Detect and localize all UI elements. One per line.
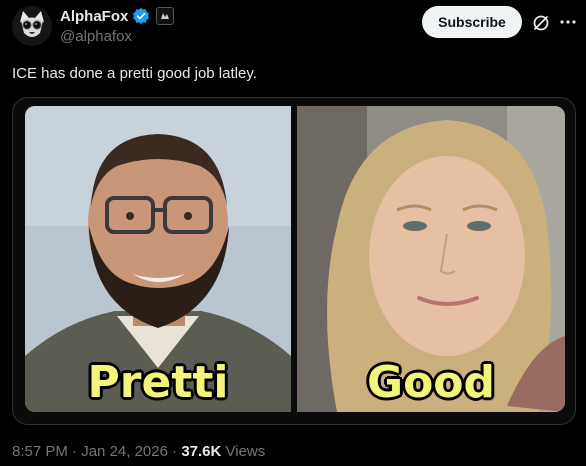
views-label: Views bbox=[221, 443, 266, 460]
photo-right[interactable]: Good bbox=[297, 106, 565, 412]
affiliate-badge-icon[interactable] bbox=[156, 7, 175, 25]
post-date[interactable]: Jan 24, 2026 bbox=[81, 443, 168, 460]
caption-left: Pretti bbox=[87, 357, 229, 408]
meta-separator-2: · bbox=[167, 443, 182, 460]
verified-badge-icon bbox=[133, 7, 150, 25]
grok-icon[interactable] bbox=[531, 13, 551, 33]
meta-separator: · bbox=[67, 443, 82, 460]
user-handle[interactable]: @alphafox bbox=[60, 28, 132, 45]
post-header: AlphaFox @alphafox Subscribe bbox=[0, 0, 586, 54]
post-meta: 8:57 PM · Jan 24, 2026 · 37.6K Views bbox=[12, 443, 265, 460]
more-options-icon[interactable] bbox=[558, 12, 578, 32]
post-media[interactable]: Pretti Good bbox=[12, 97, 576, 425]
post-time[interactable]: 8:57 PM bbox=[12, 443, 68, 460]
post-text: ICE has done a pretti good job latley. bbox=[12, 65, 257, 82]
name-row: AlphaFox bbox=[60, 7, 175, 25]
avatar[interactable] bbox=[12, 6, 52, 46]
photo-left[interactable]: Pretti bbox=[25, 106, 291, 412]
views-count: 37.6K bbox=[181, 443, 222, 460]
display-name[interactable]: AlphaFox bbox=[60, 8, 128, 25]
subscribe-button[interactable]: Subscribe bbox=[422, 6, 522, 38]
caption-right: Good bbox=[366, 357, 496, 408]
